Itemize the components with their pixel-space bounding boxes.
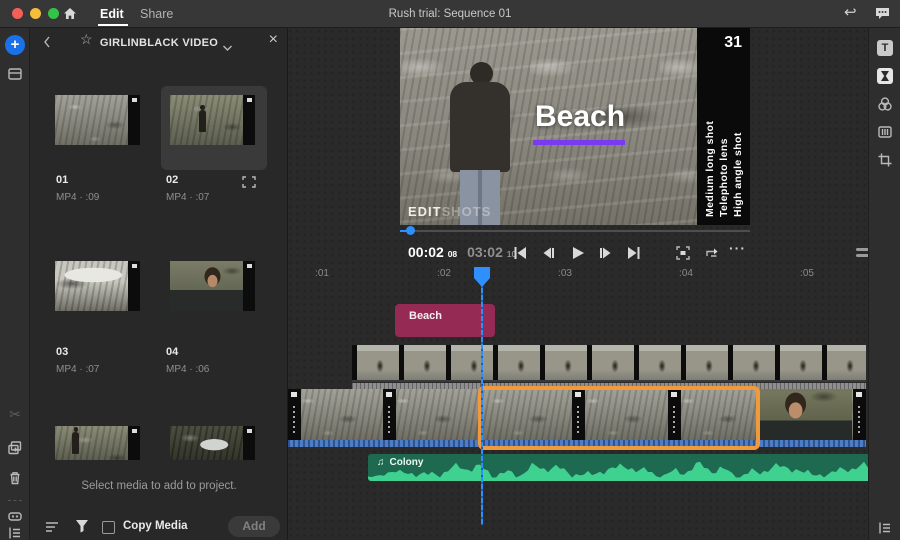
transitions-icon[interactable] (877, 68, 893, 84)
total-time: 03:02 (467, 244, 503, 260)
playhead-handle[interactable] (474, 267, 490, 287)
voiceover-icon[interactable] (7, 508, 23, 524)
music-note-icon: ♫ (377, 457, 385, 468)
clip-thumbnail-01[interactable] (55, 95, 140, 145)
portrait-video-clip[interactable] (758, 389, 852, 440)
clip-id: 02 (166, 174, 178, 186)
audio-mixer-icon[interactable] (877, 124, 893, 140)
minimize-window-button[interactable] (30, 8, 41, 19)
clip-slate-bar (853, 389, 866, 440)
toolbar-divider (8, 500, 22, 501)
undo-icon[interactable]: ↩ (844, 3, 857, 21)
clip-slate-bar (288, 389, 301, 440)
app-window: Rush trial: Sequence 01 Edit Share ↩ + ✂ (0, 0, 900, 540)
more-options-icon[interactable]: ··· (729, 240, 746, 256)
clip-meta: MP4 · :06 (166, 364, 209, 375)
tab-share[interactable]: Share (140, 0, 173, 28)
person-figure (199, 110, 206, 132)
zoom-window-button[interactable] (48, 8, 59, 19)
media-panel: ☆ GIRLINBLACK VIDEO × 01 MP4 · :09 02 MP… (30, 28, 288, 540)
scrubber-track[interactable] (400, 230, 750, 232)
add-button[interactable]: Add (228, 516, 280, 537)
split-clip-icon[interactable]: ✂ (7, 406, 23, 422)
ruler-tick: :03 (550, 268, 580, 279)
duplicate-clip-icon[interactable] (7, 440, 23, 456)
current-frames: 08 (448, 249, 457, 259)
ruler-tick: :05 (792, 268, 822, 279)
copy-media-label: Copy Media (123, 520, 188, 532)
watermark: EDITSHOTS (408, 204, 491, 219)
loop-playback-icon[interactable] (703, 244, 721, 262)
scrubber-handle[interactable] (406, 226, 415, 235)
clip-id: 03 (56, 346, 68, 358)
fullscreen-icon[interactable] (674, 244, 692, 262)
home-icon[interactable] (62, 6, 78, 27)
shot-info-line: Medium long shot (704, 121, 716, 217)
timecode-display: 00:02 08 03:02 10 (408, 244, 516, 260)
left-toolbar: + ✂ (0, 28, 30, 540)
feedback-icon[interactable] (874, 6, 891, 26)
shot-number: 31 (724, 34, 742, 52)
sequence-title: Rush trial: Sequence 01 (0, 0, 900, 28)
skip-to-start-button[interactable] (510, 244, 528, 262)
playhead-line[interactable] (481, 267, 483, 525)
tab-edit-underline (98, 24, 128, 26)
clip-in-sequence-icon (242, 175, 256, 193)
shot-info-line: High angle shot (732, 132, 744, 217)
next-frame-button[interactable] (597, 244, 615, 262)
clip-thumbnail-05[interactable] (55, 426, 140, 460)
crop-transform-icon[interactable] (877, 152, 893, 168)
clip-meta: MP4 · :07 (166, 192, 209, 203)
media-hint-text: Select media to add to project. (30, 480, 288, 492)
audio-clip-label: ♫Colony (377, 457, 423, 468)
close-panel-icon[interactable]: × (269, 31, 278, 49)
media-panel-header: ☆ GIRLINBLACK VIDEO × (30, 28, 288, 58)
person-figure (72, 432, 79, 454)
overlay-video-track[interactable] (352, 345, 866, 382)
media-folder-selector[interactable]: GIRLINBLACK VIDEO (30, 28, 288, 58)
audio-track-clip[interactable]: ♫Colony (368, 454, 884, 481)
title-overlay-text: Beach (490, 100, 670, 134)
top-bar: Rush trial: Sequence 01 Edit Share ↩ (0, 0, 900, 28)
selected-clip-outline[interactable] (478, 386, 760, 450)
color-icon[interactable] (877, 96, 893, 112)
chevron-down-icon[interactable] (222, 39, 233, 57)
play-button[interactable] (568, 244, 586, 262)
sort-icon[interactable] (44, 520, 60, 539)
filter-icon[interactable] (74, 518, 90, 539)
ruler-tick: :01 (307, 268, 337, 279)
shot-info-line: Telephoto lens (718, 138, 730, 217)
clip-id: 01 (56, 174, 68, 186)
right-toolbar: T (868, 28, 900, 540)
title-underline-bar (533, 140, 625, 145)
copy-media-checkbox[interactable] (102, 521, 115, 534)
clip-thumbnail-03[interactable] (55, 261, 140, 311)
shot-info-panel: 31 Medium long shot Telephoto lens High … (697, 28, 750, 225)
preview-monitor[interactable]: Beach 31 Medium long shot Telephoto lens… (400, 28, 750, 225)
skip-to-end-button[interactable] (626, 244, 644, 262)
media-browser-icon[interactable] (7, 66, 23, 82)
ruler-tick: :04 (671, 268, 701, 279)
clip-thumbnail-02[interactable] (170, 95, 255, 145)
graphics-titles-icon[interactable]: T (877, 40, 893, 56)
add-media-button[interactable]: + (5, 35, 25, 55)
delete-clip-icon[interactable] (7, 470, 23, 486)
ruler-tick: :02 (429, 268, 459, 279)
clip-thumbnail-04[interactable] (170, 261, 255, 311)
clip-thumbnail-06[interactable] (170, 426, 255, 460)
track-list-icon[interactable] (877, 520, 893, 536)
clip-id: 04 (166, 346, 178, 358)
title-track-clip[interactable]: Beach (395, 304, 495, 337)
title-clip-label: Beach (409, 310, 442, 322)
track-controls-icon[interactable] (7, 525, 23, 540)
clip-meta: MP4 · :09 (56, 192, 99, 203)
clip-meta: MP4 · :07 (56, 364, 99, 375)
close-window-button[interactable] (12, 8, 23, 19)
current-time: 00:02 (408, 244, 444, 260)
previous-frame-button[interactable] (539, 244, 557, 262)
audio-waveform-path (368, 462, 884, 481)
clip-slate-bar (383, 389, 396, 440)
